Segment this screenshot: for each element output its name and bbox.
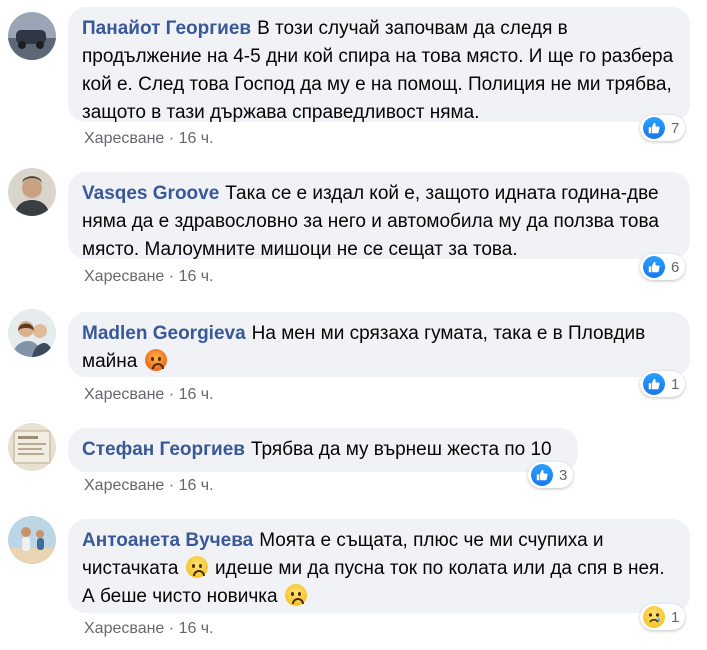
like-button[interactable]: Харесване [84,620,164,637]
sad-reaction-icon [643,606,665,628]
frowning-face-icon [284,584,307,606]
like-reaction-icon [531,464,553,486]
like-button[interactable]: Харесване [84,477,164,494]
separator: · [168,620,175,637]
comment-text: Трябва да му върнеш жеста по 10 [250,439,552,460]
avatar[interactable] [8,12,56,60]
like-button[interactable]: Харесване [84,130,164,147]
reaction-count: 3 [559,466,568,484]
comment-bubble: Антоанета Вучева Моята е същата, плюс че … [68,519,690,613]
comment-author[interactable]: Madlen Georgieva [82,323,246,344]
angry-face-icon [144,349,167,371]
reaction-summary[interactable]: 1 [640,604,686,630]
comment-author[interactable]: Панайот Георгиев [82,18,251,39]
comment-actions: Харесване · 16 ч. [84,130,214,148]
comment-actions: Харесване · 16 ч. [84,386,214,404]
comment-time[interactable]: 16 ч. [179,130,214,147]
separator: · [168,268,175,285]
avatar[interactable] [8,309,56,357]
avatar[interactable] [8,516,56,564]
comment-bubble: Vasqes Groove Така се е издал кой е, защо… [68,172,690,260]
like-reaction-icon [643,256,665,278]
reaction-count: 7 [671,119,680,137]
separator: · [168,130,175,147]
reaction-count: 6 [671,258,680,276]
separator: · [168,386,175,403]
comment-time[interactable]: 16 ч. [179,620,214,637]
comment-author[interactable]: Антоанета Вучева [82,530,253,551]
avatar[interactable] [8,423,56,471]
separator: · [168,477,175,494]
comment-actions: Харесване · 16 ч. [84,268,214,286]
comment-bubble: Панайот Георгиев В този случай започвам д… [68,7,690,123]
comment-author[interactable]: Стефан Георгиев [82,439,245,460]
like-reaction-icon [643,373,665,395]
reaction-summary[interactable]: 7 [640,115,686,141]
like-button[interactable]: Харесване [84,386,164,403]
comment-bubble: Стефан Георгиев Трябва да му върнеш жеста… [68,428,578,472]
reaction-count: 1 [671,608,680,626]
comment-time[interactable]: 16 ч. [179,268,214,285]
reaction-summary[interactable]: 3 [528,462,574,488]
reaction-summary[interactable]: 6 [640,254,686,280]
comment-author[interactable]: Vasqes Groove [82,183,219,204]
avatar[interactable] [8,168,56,216]
reaction-summary[interactable]: 1 [640,371,686,397]
comment-actions: Харесване · 16 ч. [84,477,214,495]
like-reaction-icon [643,117,665,139]
comment-bubble: Madlen Georgieva На мен ми срязаха гумата… [68,312,690,377]
like-button[interactable]: Харесване [84,268,164,285]
comment-time[interactable]: 16 ч. [179,477,214,494]
reaction-count: 1 [671,375,680,393]
comment-actions: Харесване · 16 ч. [84,620,214,638]
comment-time[interactable]: 16 ч. [179,386,214,403]
frowning-face-icon [185,556,208,578]
